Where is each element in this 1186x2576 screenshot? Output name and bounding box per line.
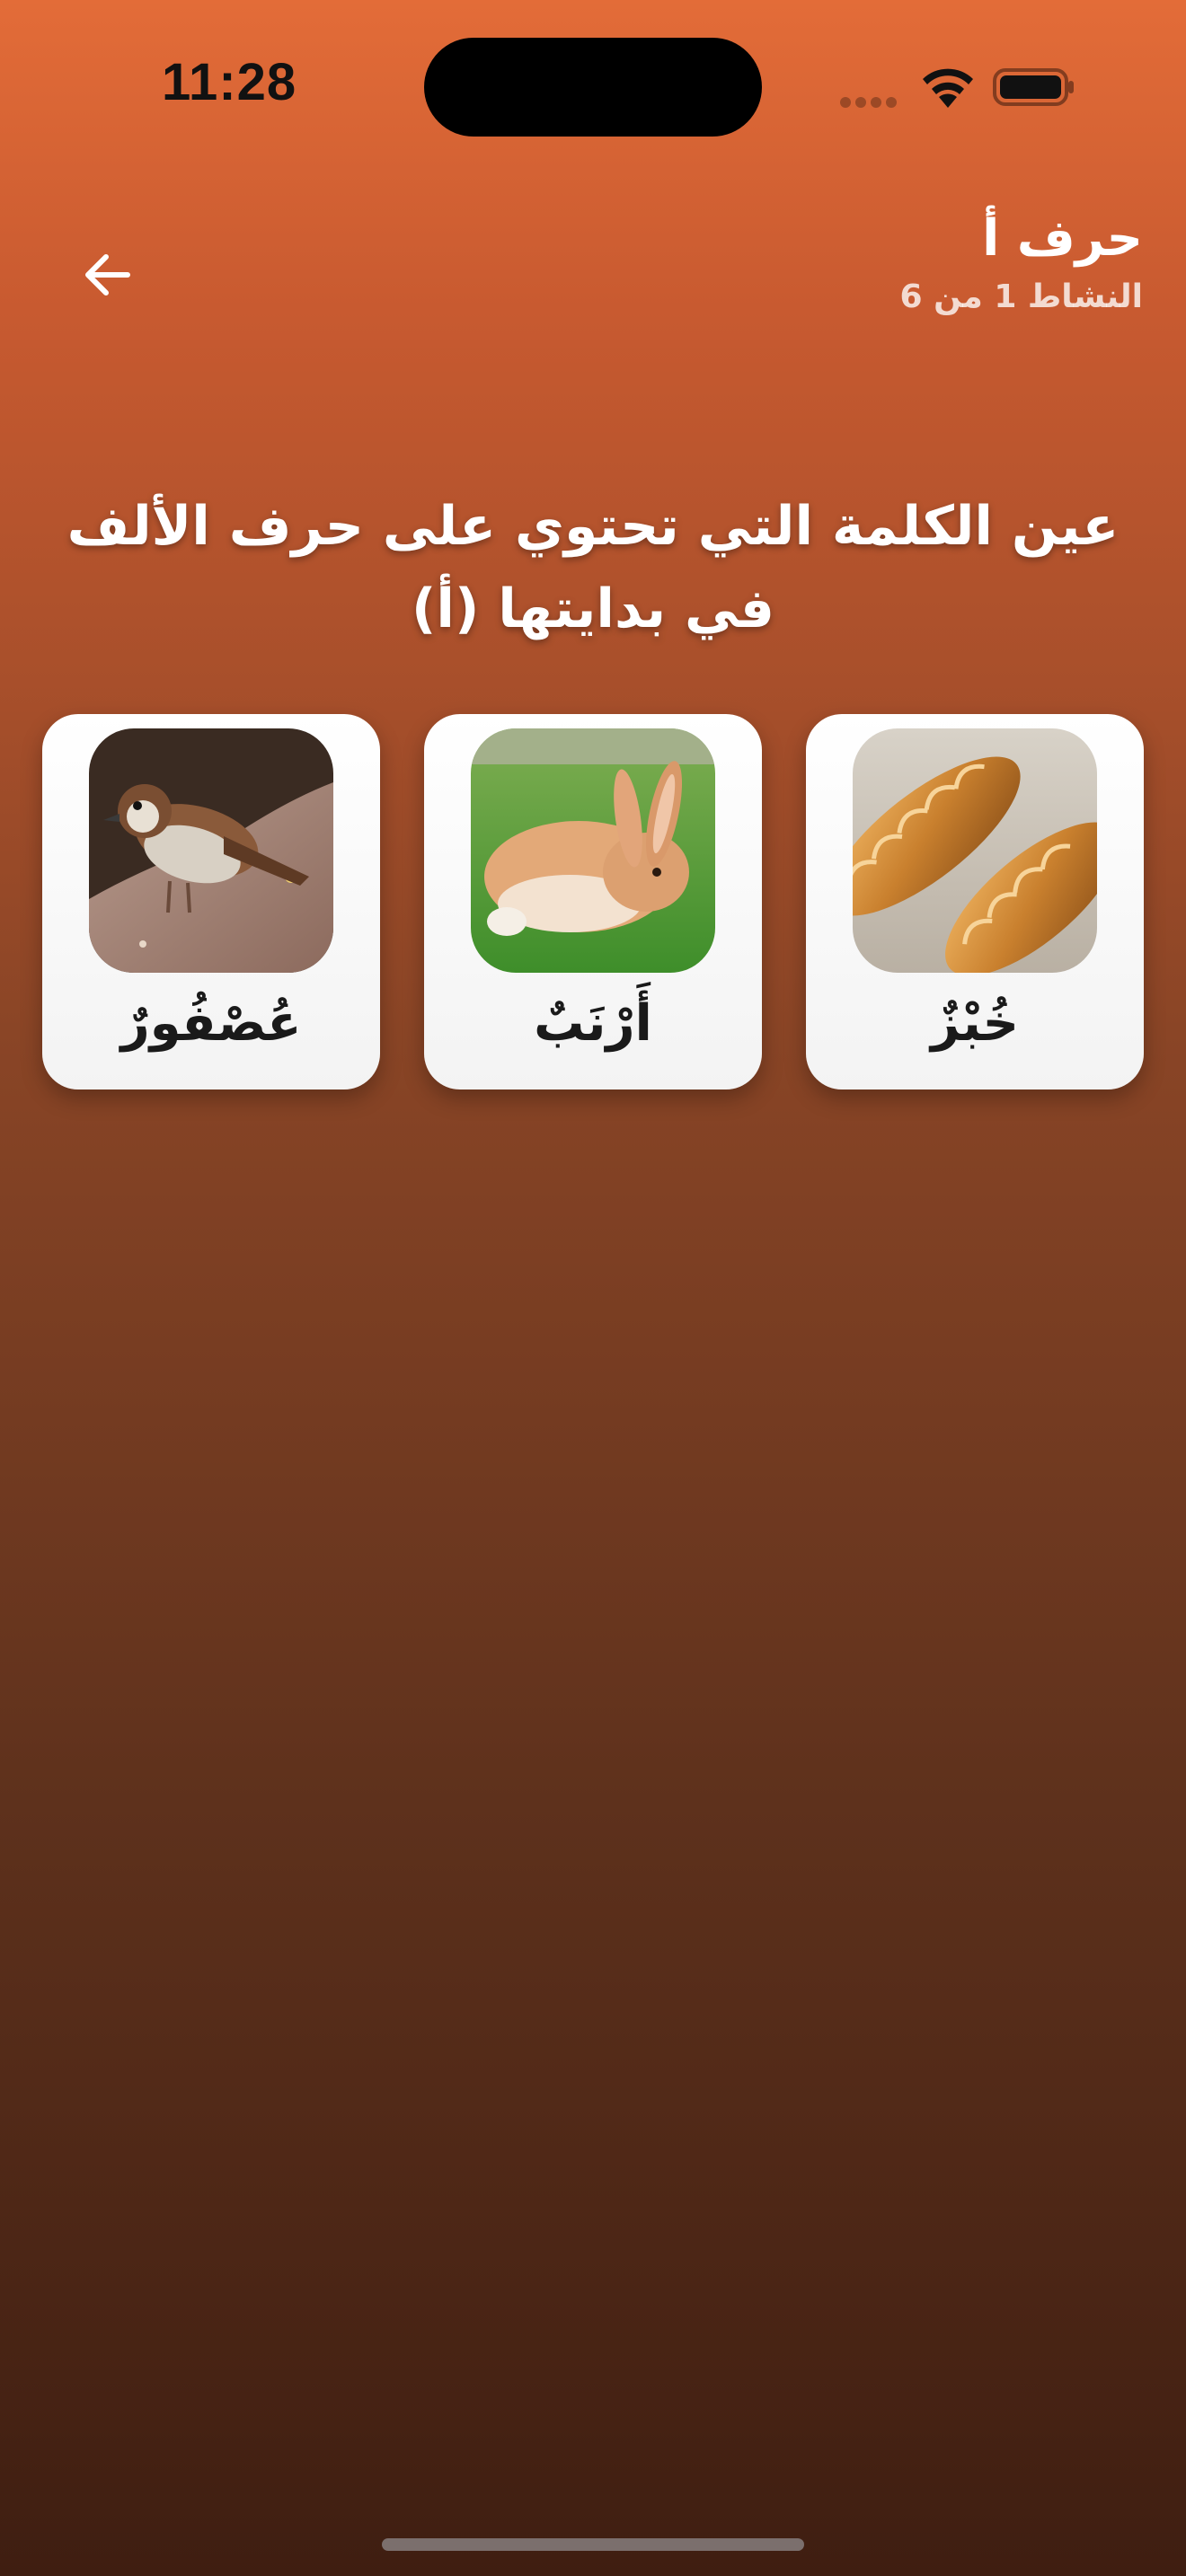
bread-image [853, 728, 1097, 973]
wifi-icon [919, 65, 977, 110]
answer-options: خُبْزٌ أَرْنَبٌ عُصْفُورٌ [42, 714, 1144, 1090]
rabbit-image [471, 728, 715, 973]
option-card-bread[interactable]: خُبْزٌ [806, 714, 1144, 1090]
option-label: عُصْفُورٌ [120, 994, 302, 1053]
activity-progress: النشاط 1 من 6 [899, 278, 1143, 315]
option-label: أَرْنَبٌ [534, 994, 652, 1053]
cellular-signal-icon [840, 94, 903, 108]
page-title: حرف أ [982, 209, 1143, 268]
dynamic-island [424, 38, 762, 137]
option-card-sparrow[interactable]: عُصْفُورٌ [42, 714, 380, 1090]
option-label: خُبْزٌ [930, 994, 1020, 1053]
sparrow-image [89, 728, 333, 973]
status-bar: 11:28 [0, 0, 1186, 171]
header: حرف أ النشاط 1 من 6 [514, 205, 1143, 322]
option-card-rabbit[interactable]: أَرْنَبٌ [424, 714, 762, 1090]
home-indicator[interactable] [382, 2538, 804, 2551]
back-button[interactable] [72, 239, 144, 311]
question-text: عين الكلمة التي تحتوي على حرف الألف في ب… [66, 495, 1120, 640]
battery-icon [993, 66, 1075, 108]
status-time: 11:28 [162, 53, 297, 111]
arrow-left-icon [85, 254, 130, 296]
